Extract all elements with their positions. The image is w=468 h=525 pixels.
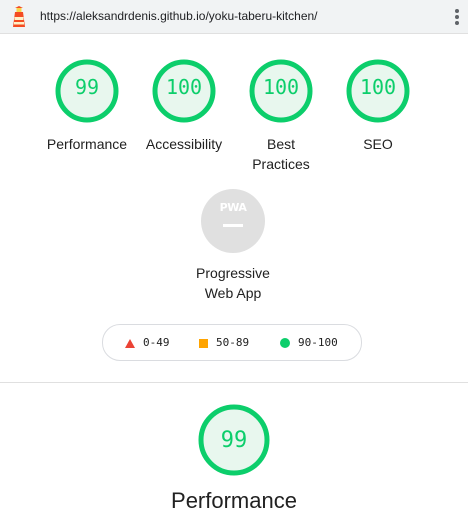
performance-section-gauge: 99	[184, 402, 284, 478]
legend-pass-label: 90-100	[298, 336, 338, 349]
square-icon	[199, 338, 208, 348]
pwa-dash	[223, 224, 243, 227]
pwa-badge-icon: PWA	[201, 189, 265, 253]
lighthouse-icon	[13, 6, 25, 27]
pwa-label: Progressive Web App	[196, 265, 270, 301]
report-topbar: https://aleksandrdenis.github.io/yoku-ta…	[0, 0, 468, 34]
section-score-value: 99	[220, 428, 248, 453]
category-label: Performance	[46, 136, 128, 152]
section-title: Performance	[171, 488, 297, 513]
legend-fail: 0-49	[125, 336, 170, 349]
score-value: 100	[359, 75, 397, 99]
lighthouse-report: https://aleksandrdenis.github.io/yoku-ta…	[0, 0, 468, 525]
score-value: 100	[262, 75, 300, 99]
score-value: 99	[74, 75, 100, 99]
gauge-pwa[interactable]: PWA Progressive Web App	[172, 189, 294, 303]
pwa-badge-text: PWA	[219, 201, 247, 214]
circle-icon	[280, 338, 290, 348]
score-legend: 0-49 50-89 90-100	[102, 324, 362, 361]
gauge-performance[interactable]: 99 Performance	[32, 58, 142, 154]
score-value: 100	[165, 75, 203, 99]
gauge-accessibility[interactable]: 100 Accessibility	[129, 58, 239, 154]
legend-average-label: 50-89	[216, 336, 250, 349]
section-divider	[0, 382, 468, 383]
gauge-seo[interactable]: 100 SEO	[323, 58, 433, 154]
legend-average: 50-89	[199, 336, 249, 349]
category-label: Accessibility	[145, 136, 223, 152]
legend-pass: 90-100	[280, 336, 338, 349]
category-label: SEO	[363, 136, 393, 152]
more-vert-icon[interactable]	[450, 7, 464, 27]
triangle-icon	[125, 338, 135, 348]
legend-fail-label: 0-49	[143, 336, 170, 349]
gauge-best-practices[interactable]: 100 Best Practices	[226, 58, 336, 174]
report-url[interactable]: https://aleksandrdenis.github.io/yoku-ta…	[40, 9, 318, 23]
category-label: Best Practices	[252, 136, 310, 172]
